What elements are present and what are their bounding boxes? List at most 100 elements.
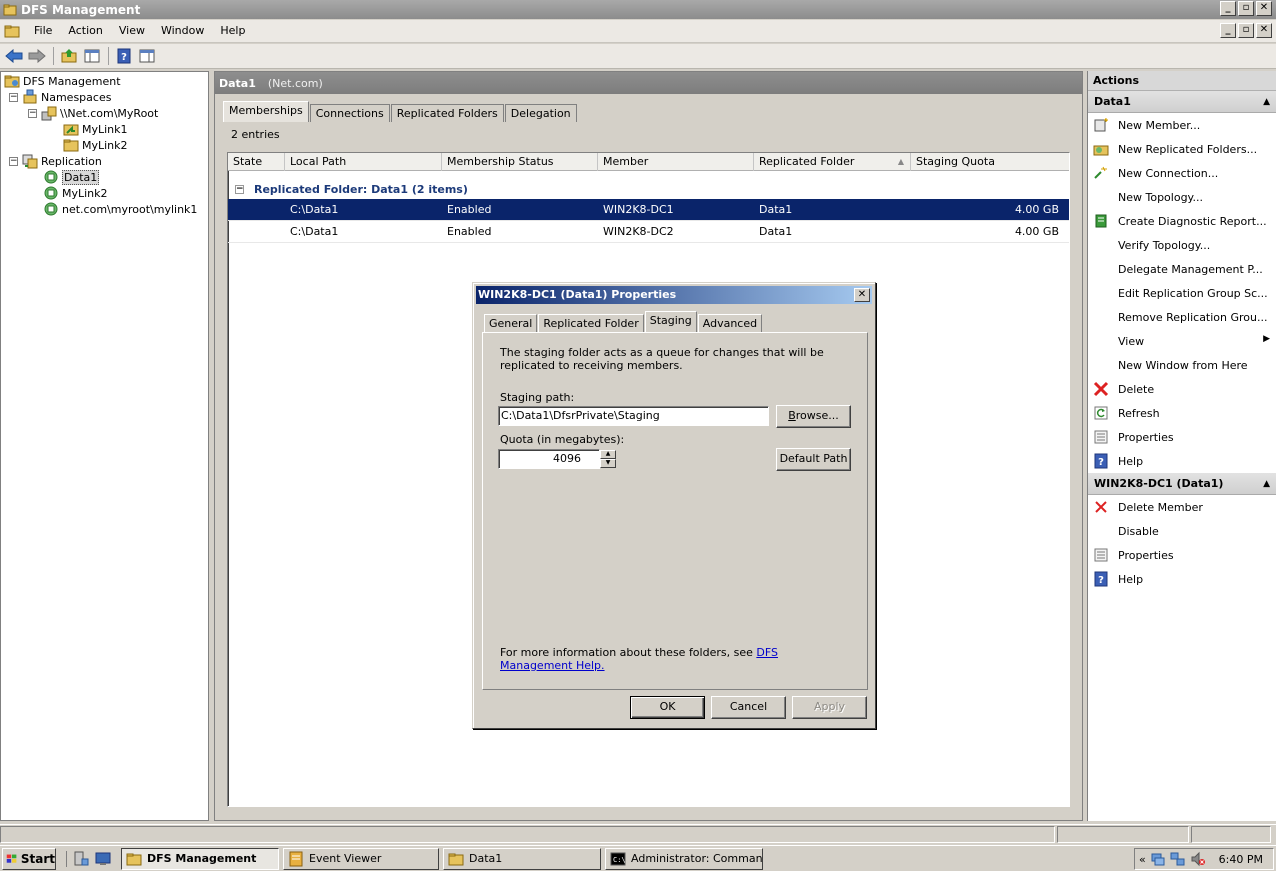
quota-spinner[interactable]: ▲ ▼ [600,450,616,468]
dialog-tabs: General Replicated Folder Staging Advanc… [484,311,763,333]
start-button[interactable]: Start [2,847,56,870]
tree-item-namespace-root[interactable]: − \\Net.com\MyRoot [28,105,158,121]
forward-button[interactable] [26,46,48,66]
action-member-properties[interactable]: Properties [1088,543,1276,567]
apply-button[interactable]: Apply [792,696,867,719]
ok-button[interactable]: OK [630,696,705,719]
menu-action[interactable]: Action [60,22,110,40]
show-hide-tree-button[interactable] [81,46,103,66]
tree-item-rep-mylink2[interactable]: MyLink2 [43,185,108,201]
mdi-minimize-button[interactable]: _ [1220,23,1236,38]
cell-member: WIN2K8-DC2 [603,225,674,238]
action-refresh[interactable]: Refresh [1088,401,1276,425]
menu-file[interactable]: File [26,22,60,40]
tray-expand-icon[interactable]: « [1139,853,1146,866]
column-local-path[interactable]: Local Path [285,153,442,171]
tab-replicated-folders[interactable]: Replicated Folders [390,104,504,122]
tab-staging[interactable]: Staging [644,311,697,333]
action-new-topology[interactable]: New Topology... [1088,185,1276,209]
action-view[interactable]: View ▶ [1088,329,1276,353]
tree-item-replication[interactable]: − Replication [9,153,102,169]
tab-general[interactable]: General [484,314,538,333]
browse-button[interactable]: Browse... [776,405,851,428]
actions-section-member[interactable]: WIN2K8-DC1 (Data1) ▲ [1088,473,1276,495]
tab-memberships[interactable]: Memberships [223,101,309,122]
tree-item-rep-data1[interactable]: Data1 [43,169,100,185]
task-event-viewer[interactable]: Event Viewer [283,847,439,870]
network-icon[interactable] [1150,851,1166,867]
action-help[interactable]: ? Help [1088,449,1276,473]
group-header[interactable]: − Replicated Folder: Data1 (2 items) [228,179,1069,199]
maximize-button[interactable]: ▫ [1238,1,1254,16]
tab-replicated-folder[interactable]: Replicated Folder [538,314,644,333]
action-new-connection[interactable]: New Connection... [1088,161,1276,185]
tree-item-rep-mylink1[interactable]: net.com\myroot\mylink1 [43,201,197,217]
default-path-button[interactable]: Default Path [776,448,851,471]
volume-muted-icon[interactable] [1190,851,1206,867]
mdi-close-button[interactable]: ✕ [1256,23,1272,38]
action-new-window-from-here[interactable]: New Window from Here [1088,353,1276,377]
action-verify-topology[interactable]: Verify Topology... [1088,233,1276,257]
tab-connections[interactable]: Connections [309,104,390,122]
collapse-caret-icon[interactable]: ▲ [1263,473,1270,495]
desktop-icon[interactable] [95,851,111,867]
collapse-caret-icon[interactable]: ▲ [1263,91,1270,113]
help-icon: ? [117,48,131,64]
action-remove-replication-group[interactable]: Remove Replication Grou... [1088,305,1276,329]
group-collapse-toggle[interactable]: − [235,184,244,194]
server-manager-icon[interactable] [73,851,89,867]
action-delegate-management[interactable]: Delegate Management P... [1088,257,1276,281]
action-new-replicated-folders[interactable]: New Replicated Folders... [1088,137,1276,161]
column-member[interactable]: Member [598,153,754,171]
column-state[interactable]: State [228,153,285,171]
tree-item-mylink1[interactable]: MyLink1 [63,121,128,137]
tab-delegation[interactable]: Delegation [504,104,577,122]
tree-item-mylink2[interactable]: MyLink2 [63,137,128,153]
actions-section-data1[interactable]: Data1 ▲ [1088,91,1276,113]
column-replicated-folder[interactable]: Replicated Folder ▲ [754,153,911,171]
task-data1-folder[interactable]: Data1 [443,847,601,870]
close-button[interactable]: ✕ [1256,1,1272,16]
menu-window[interactable]: Window [153,22,212,40]
tree-item-dfs-management[interactable]: DFS Management [4,73,121,89]
network-connections-icon[interactable] [1170,851,1186,867]
quota-input[interactable]: 4096 [498,449,600,469]
show-hide-action-pane-button[interactable] [136,46,158,66]
back-button[interactable] [3,46,25,66]
action-new-member[interactable]: New Member... [1088,113,1276,137]
column-staging-quota[interactable]: Staging Quota [911,153,1069,171]
collapse-toggle[interactable]: − [9,92,18,102]
spin-up-icon[interactable]: ▲ [600,450,616,459]
action-create-diagnostic-report[interactable]: Create Diagnostic Report... [1088,209,1276,233]
collapse-toggle[interactable]: − [28,108,37,118]
column-membership-status[interactable]: Membership Status [442,153,598,171]
collapse-toggle[interactable]: − [9,156,18,166]
menu-help[interactable]: Help [212,22,253,40]
action-delete[interactable]: Delete [1088,377,1276,401]
tab-advanced[interactable]: Advanced [697,314,763,333]
mdi-restore-button[interactable]: ▫ [1238,23,1254,38]
cancel-button[interactable]: Cancel [711,696,786,719]
properties-icon [1093,429,1109,445]
staging-path-input[interactable]: C:\Data1\DfsrPrivate\Staging [498,406,769,426]
action-edit-replication-schedule[interactable]: Edit Replication Group Sc... [1088,281,1276,305]
table-row[interactable]: C:\Data1 Enabled WIN2K8-DC1 Data1 4.00 G… [228,199,1069,221]
clock[interactable]: 6:40 PM [1219,853,1263,866]
table-row[interactable]: C:\Data1 Enabled WIN2K8-DC2 Data1 4.00 G… [228,221,1069,243]
task-dfs-management[interactable]: DFS Management [121,847,279,870]
action-label: New Window from Here [1118,358,1248,372]
dialog-titlebar: WIN2K8-DC1 (Data1) Properties ✕ [476,286,872,304]
menu-view[interactable]: View [111,22,153,40]
up-level-button[interactable] [58,46,80,66]
action-properties[interactable]: Properties [1088,425,1276,449]
minimize-button[interactable]: _ [1220,1,1236,16]
spin-down-icon[interactable]: ▼ [600,459,616,468]
action-delete-member[interactable]: Delete Member [1088,495,1276,519]
results-tabs: Memberships Connections Replicated Folde… [223,101,578,122]
action-disable[interactable]: Disable [1088,519,1276,543]
dialog-close-button[interactable]: ✕ [854,288,870,302]
help-toolbar-button[interactable]: ? [113,46,135,66]
task-command-prompt[interactable]: C:\ Administrator: Command... [605,847,763,870]
tree-item-namespaces[interactable]: − Namespaces [9,89,111,105]
action-member-help[interactable]: ? Help [1088,567,1276,591]
